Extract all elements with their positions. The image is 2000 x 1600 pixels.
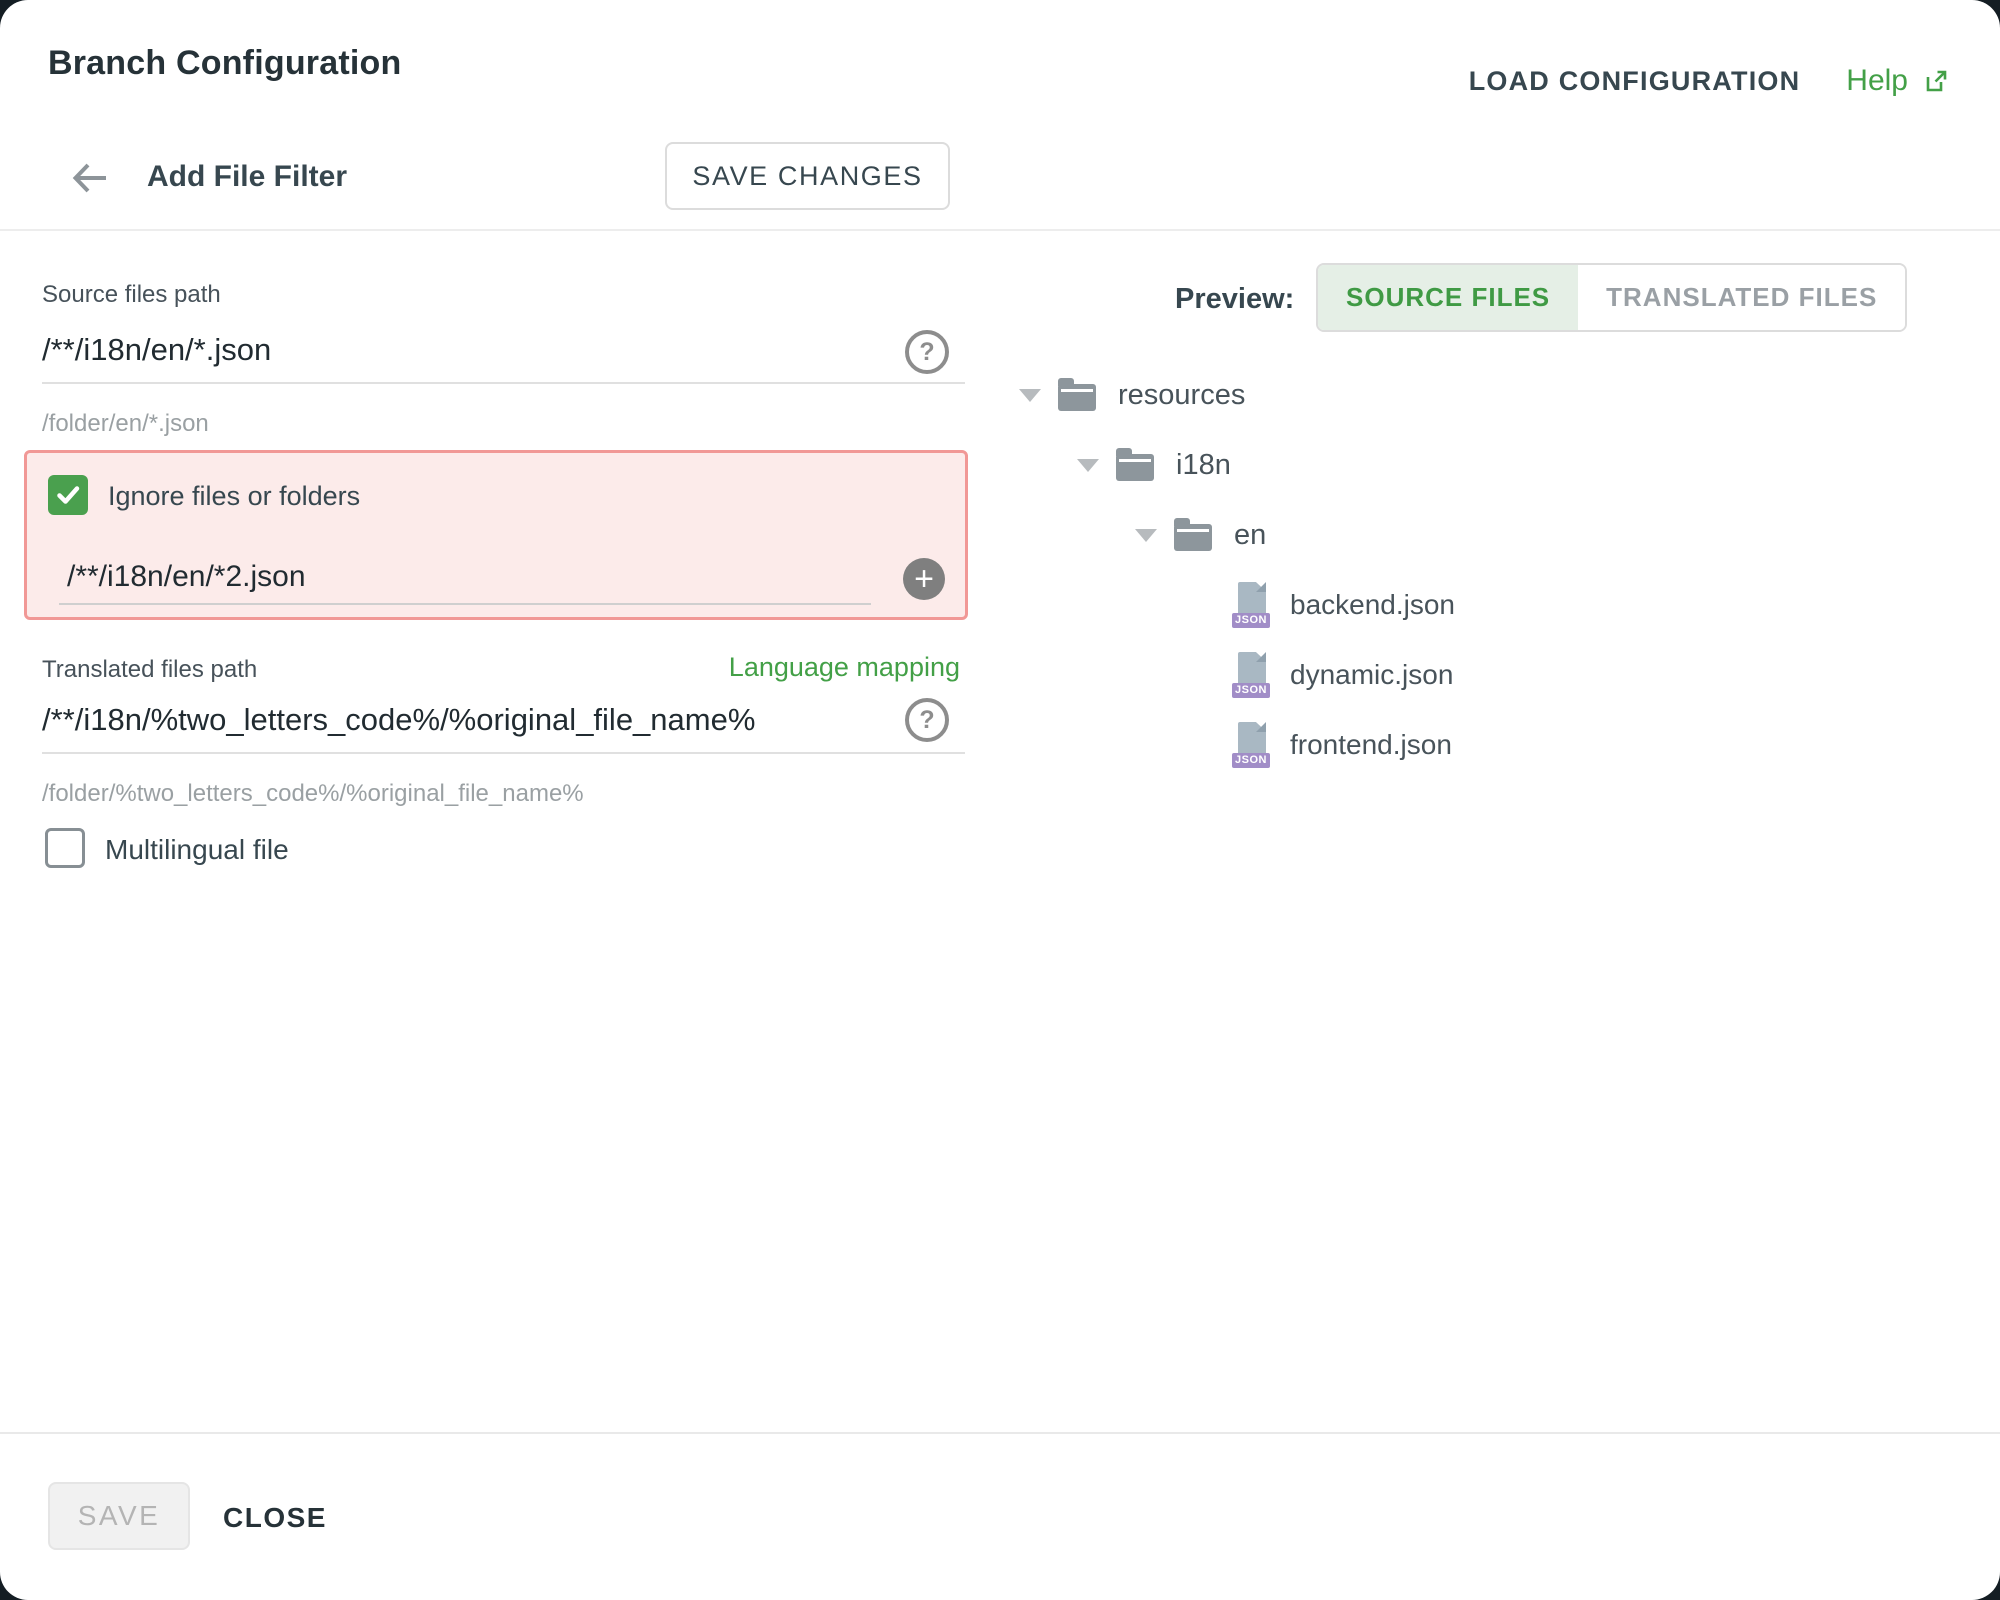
folder-icon: [1058, 384, 1096, 411]
branch-configuration-dialog: Branch Configuration LOAD CONFIGURATION …: [0, 0, 2000, 1600]
json-badge: JSON: [1232, 613, 1270, 628]
save-changes-button[interactable]: SAVE CHANGES: [665, 142, 950, 210]
json-file-icon: JSON: [1232, 722, 1272, 768]
tab-translated-files[interactable]: TRANSLATED FILES: [1578, 265, 1905, 330]
close-button[interactable]: CLOSE: [223, 1498, 327, 1538]
add-ignore-pattern-button[interactable]: +: [903, 558, 945, 600]
ignore-files-checkbox[interactable]: [48, 475, 88, 515]
ignore-files-highlight-box: Ignore files or folders /**/i18n/en/*2.j…: [24, 450, 968, 620]
tree-row[interactable]: en: [1018, 500, 1455, 570]
ignore-input-underline: [59, 603, 871, 605]
translated-files-path-label: Translated files path: [42, 656, 257, 684]
folder-icon: [1116, 454, 1154, 481]
tree-item-label: backend.json: [1290, 589, 1455, 621]
header-actions: LOAD CONFIGURATION Help: [1469, 64, 1950, 98]
multilingual-file-checkbox[interactable]: [45, 828, 85, 868]
header-divider: [0, 229, 2000, 231]
tree-row[interactable]: i18n: [1018, 430, 1455, 500]
translated-path-help-icon[interactable]: ?: [905, 698, 949, 742]
json-badge: JSON: [1232, 683, 1270, 698]
json-file-icon: JSON: [1232, 582, 1272, 628]
json-badge: JSON: [1232, 753, 1270, 768]
multilingual-file-label[interactable]: Multilingual file: [105, 834, 289, 866]
arrow-left-icon: [68, 188, 112, 203]
folder-icon: [1174, 524, 1212, 551]
filter-title: Add File Filter: [147, 160, 347, 194]
translated-files-path-input[interactable]: /**/i18n/%two_letters_code%/%original_fi…: [42, 702, 755, 738]
ignore-files-label[interactable]: Ignore files or folders: [108, 481, 360, 512]
tree-item-label: en: [1234, 519, 1266, 552]
load-configuration-button[interactable]: LOAD CONFIGURATION: [1469, 66, 1801, 97]
external-link-icon: [1922, 67, 1950, 95]
json-file-icon: JSON: [1232, 652, 1272, 698]
caret-down-icon[interactable]: [1076, 459, 1100, 472]
ignore-pattern-input[interactable]: /**/i18n/en/*2.json: [67, 560, 306, 594]
tree-row[interactable]: JSON dynamic.json: [1018, 640, 1455, 710]
tree-item-label: frontend.json: [1290, 729, 1452, 761]
source-input-underline: [42, 382, 965, 384]
help-link-label: Help: [1846, 64, 1908, 98]
save-button[interactable]: SAVE: [48, 1482, 190, 1550]
back-button[interactable]: [68, 156, 112, 200]
source-files-path-label: Source files path: [42, 281, 221, 309]
preview-toggle-group: SOURCE FILES TRANSLATED FILES: [1316, 263, 1907, 332]
tree-item-label: dynamic.json: [1290, 659, 1453, 691]
tree-row[interactable]: resources: [1018, 360, 1455, 430]
file-tree: resources i18n en JSON backend.json JSON dynam…: [1018, 360, 1455, 780]
preview-label: Preview:: [1175, 283, 1294, 316]
tree-item-label: resources: [1118, 379, 1245, 412]
tab-source-files[interactable]: SOURCE FILES: [1318, 265, 1578, 330]
source-path-hint: /folder/en/*.json: [42, 410, 209, 438]
caret-down-icon[interactable]: [1018, 389, 1042, 402]
language-mapping-link[interactable]: Language mapping: [729, 652, 960, 683]
translated-path-hint: /folder/%two_letters_code%/%original_fil…: [42, 780, 584, 808]
tree-row[interactable]: JSON backend.json: [1018, 570, 1455, 640]
caret-down-icon[interactable]: [1134, 529, 1158, 542]
footer-divider: [0, 1432, 2000, 1434]
tree-item-label: i18n: [1176, 449, 1231, 482]
page-title: Branch Configuration: [48, 44, 401, 83]
source-path-help-icon[interactable]: ?: [905, 330, 949, 374]
source-files-path-input[interactable]: /**/i18n/en/*.json: [42, 332, 271, 368]
help-link[interactable]: Help: [1846, 64, 1950, 98]
translated-input-underline: [42, 752, 965, 754]
checkmark-icon: [53, 480, 83, 510]
tree-row[interactable]: JSON frontend.json: [1018, 710, 1455, 780]
